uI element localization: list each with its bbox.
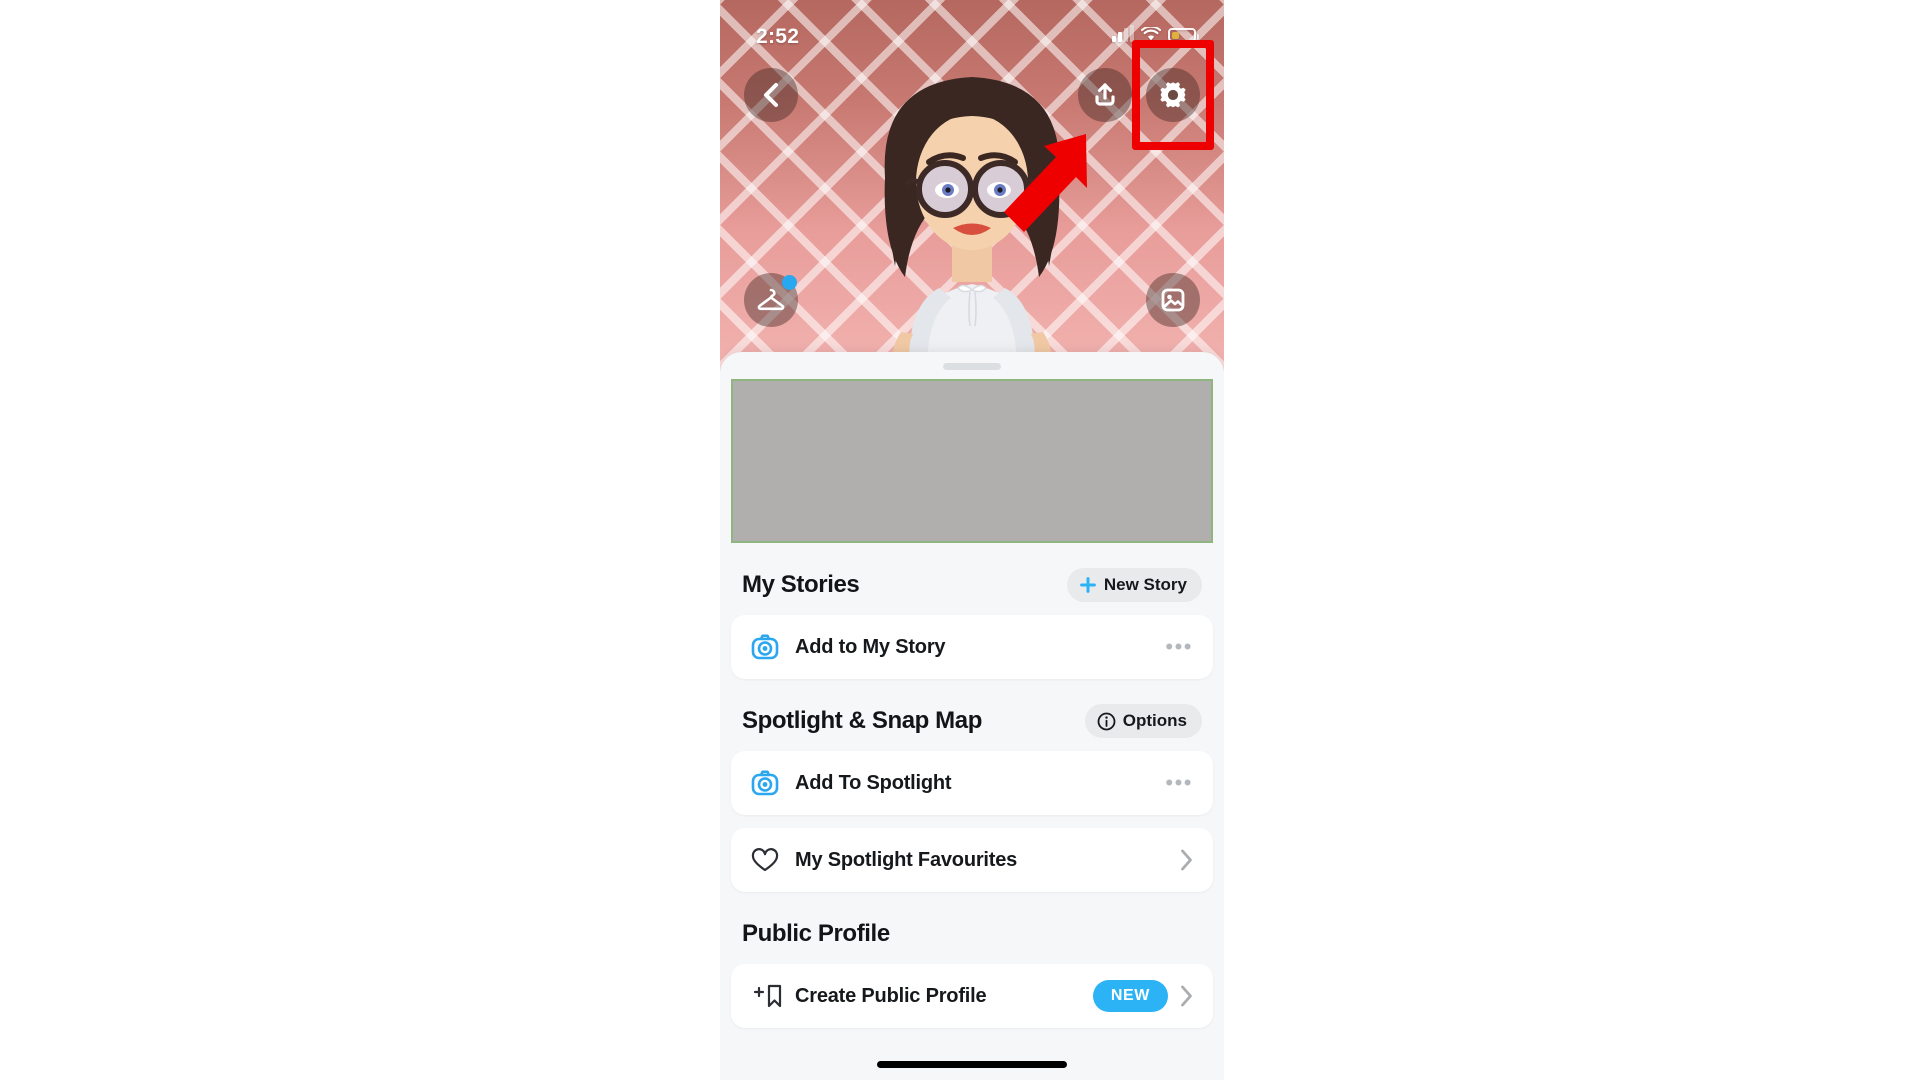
redacted-content-block — [731, 379, 1213, 543]
share-button[interactable] — [1078, 68, 1132, 122]
section-title: Spotlight & Snap Map — [742, 707, 982, 734]
section-header-spotlight: Spotlight & Snap Map Options — [720, 704, 1224, 738]
public-profile-card: Create Public Profile NEW — [731, 964, 1213, 1028]
row-add-to-spotlight[interactable]: Add To Spotlight ••• — [731, 751, 1213, 815]
section-header-my-stories: My Stories New Story — [720, 568, 1224, 602]
more-options-button[interactable]: ••• — [1165, 636, 1193, 658]
add-to-spotlight-card: Add To Spotlight ••• — [731, 751, 1213, 815]
memories-button[interactable] — [1146, 273, 1200, 327]
plus-icon — [1079, 577, 1096, 593]
gear-icon — [1160, 82, 1186, 108]
row-add-to-my-story[interactable]: Add to My Story ••• — [731, 615, 1213, 679]
row-my-spotlight-favourites[interactable]: My Spotlight Favourites — [731, 828, 1213, 892]
spotlight-options-label: Options — [1122, 711, 1187, 730]
phone-screen: 2:52 My Stories New Story Add to My Stor… — [720, 0, 1224, 1080]
section-title: Public Profile — [742, 920, 890, 947]
camera-icon — [751, 634, 795, 660]
status-bar-indicators — [1112, 25, 1199, 42]
photo-image-icon — [1161, 288, 1185, 312]
info-circle-icon — [1097, 712, 1116, 730]
settings-button[interactable] — [1146, 68, 1200, 122]
wardrobe-button[interactable] — [744, 273, 798, 327]
home-indicator — [877, 1061, 1067, 1068]
clothes-hanger-icon — [757, 288, 785, 311]
add-bookmark-icon — [751, 983, 795, 1009]
avatar[interactable] — [857, 42, 1087, 362]
chevron-right-icon — [1181, 849, 1192, 871]
my-stories-card: Add to My Story ••• — [731, 615, 1213, 679]
cellular-signal-icon — [1112, 25, 1134, 42]
battery-icon — [1168, 28, 1199, 42]
screenshot-canvas: 2:52 My Stories New Story Add to My Stor… — [0, 0, 1920, 1080]
new-badge: NEW — [1092, 980, 1168, 1012]
row-create-public-profile[interactable]: Create Public Profile NEW — [731, 964, 1213, 1028]
row-label: Create Public Profile — [795, 984, 987, 1007]
sheet-grabber[interactable] — [943, 363, 1001, 370]
back-button[interactable] — [744, 68, 798, 122]
spotlight-favourites-card: My Spotlight Favourites — [731, 828, 1213, 892]
more-options-button[interactable]: ••• — [1165, 772, 1193, 794]
profile-sheet: My Stories New Story Add to My Story •••… — [720, 352, 1224, 1080]
section-title: My Stories — [742, 571, 860, 598]
chevron-left-icon — [764, 83, 778, 107]
new-story-button[interactable]: New Story — [1066, 568, 1202, 602]
row-label: Add To Spotlight — [795, 771, 952, 794]
share-upload-icon — [1095, 83, 1115, 106]
profile-hero-header: 2:52 — [720, 0, 1224, 372]
row-label: My Spotlight Favourites — [795, 848, 1018, 871]
row-label: Add to My Story — [795, 635, 946, 658]
notification-dot — [782, 275, 797, 290]
new-story-label: New Story — [1103, 575, 1187, 594]
wifi-icon — [1141, 27, 1161, 41]
camera-icon — [751, 770, 795, 796]
spotlight-options-button[interactable]: Options — [1084, 704, 1202, 738]
heart-icon — [751, 847, 795, 873]
chevron-right-icon — [1181, 985, 1192, 1007]
status-bar-time: 2:52 — [756, 25, 800, 48]
section-header-public-profile: Public Profile — [720, 917, 1224, 951]
